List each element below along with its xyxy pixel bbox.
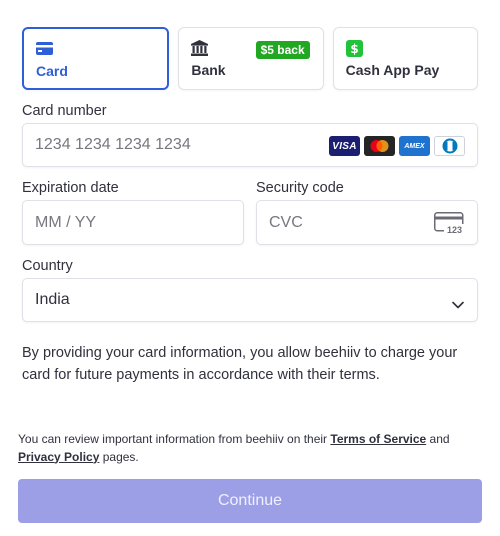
terms-and: and (426, 432, 450, 446)
credit-card-icon (36, 42, 53, 60)
tab-card-label: Card (36, 63, 68, 79)
expiry-placeholder: MM / YY (35, 213, 97, 231)
tab-bank-label: Bank (191, 62, 226, 78)
svg-text:$: $ (350, 42, 358, 56)
chevron-down-icon (452, 296, 464, 314)
cashback-badge: $5 back (255, 41, 310, 59)
card-number-field[interactable]: 1234 1234 1234 1234 VISA AMEX (22, 123, 478, 167)
cash-app-icon: $ (345, 40, 363, 62)
mastercard-icon (364, 136, 395, 156)
terms-prefix: You can review important information fro… (18, 432, 331, 446)
visa-icon: VISA (329, 136, 360, 156)
expiry-field[interactable]: MM / YY (22, 200, 244, 245)
payment-method-tabs: Card $5 back Bank $ Cash App Pay (22, 27, 478, 90)
card-brands: VISA AMEX (329, 136, 465, 156)
bank-icon (191, 40, 209, 61)
country-value: India (35, 291, 70, 308)
expiry-label: Expiration date (22, 180, 119, 196)
security-code-label: Security code (256, 180, 344, 196)
terms-text: You can review important information fro… (18, 431, 488, 466)
continue-button[interactable]: Continue (18, 479, 482, 523)
cvc-icon-digits: 123 (447, 225, 462, 234)
tab-card[interactable]: Card (22, 27, 170, 90)
terms-of-service-link[interactable]: Terms of Service (330, 432, 426, 446)
tab-cash-app-label: Cash App Pay (345, 62, 440, 78)
tab-cash-app-pay[interactable]: $ Cash App Pay (332, 27, 478, 90)
terms-suffix: pages. (99, 449, 139, 464)
country-select[interactable]: India (22, 278, 478, 322)
amex-icon: AMEX (399, 136, 430, 156)
card-number-label: Card number (22, 103, 107, 119)
country-label: Country (22, 258, 73, 274)
cvc-card-icon: 123 (434, 212, 465, 239)
cvc-placeholder: CVC (269, 213, 303, 231)
diners-icon (434, 136, 465, 156)
security-code-field[interactable]: CVC 123 (256, 200, 478, 245)
card-number-placeholder: 1234 1234 1234 1234 (35, 136, 191, 153)
tab-bank[interactable]: $5 back Bank (178, 27, 324, 90)
consent-text: By providing your card information, you … (22, 345, 458, 383)
privacy-policy-link[interactable]: Privacy Policy (18, 450, 99, 464)
